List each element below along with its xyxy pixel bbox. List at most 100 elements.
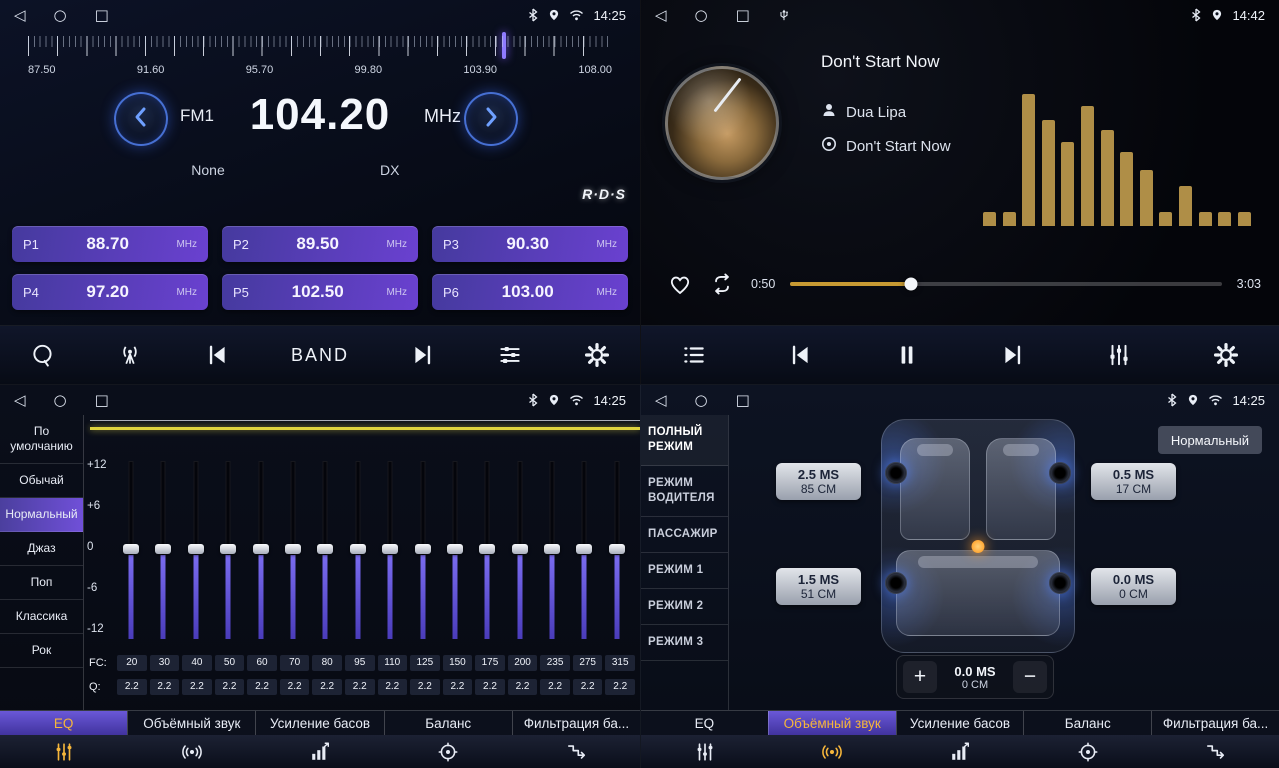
repeat-icon[interactable]: [708, 271, 736, 297]
recents-icon[interactable]: □: [736, 8, 750, 23]
eq-band-slider[interactable]: [375, 455, 405, 645]
preset-button[interactable]: P1 88.70 MHz: [12, 226, 208, 262]
scan-button[interactable]: [30, 342, 56, 368]
eq-band-slider[interactable]: [116, 455, 146, 645]
eq-band-slider[interactable]: [213, 455, 243, 645]
eq-preset-item[interactable]: Рок: [0, 634, 83, 668]
rear-left-delay-chip[interactable]: 1.5 MS 51 CM: [776, 568, 861, 605]
bass-boost-tab-icon[interactable]: [256, 735, 384, 768]
preset-button[interactable]: P5 102.50 MHz: [222, 274, 418, 310]
slider-handle[interactable]: [479, 544, 495, 554]
slider-handle[interactable]: [512, 544, 528, 554]
filter-tab-icon[interactable]: [512, 735, 640, 768]
eq-band-slider[interactable]: [343, 455, 373, 645]
tune-up-button[interactable]: [464, 92, 518, 146]
rear-right-delay-chip[interactable]: 0.0 MS 0 CM: [1091, 568, 1176, 605]
antenna-seek-button[interactable]: [117, 342, 143, 368]
tune-down-button[interactable]: [114, 92, 168, 146]
slider-handle[interactable]: [576, 544, 592, 554]
surround-tab-icon[interactable]: [769, 735, 897, 768]
audio-tab[interactable]: Баланс: [384, 711, 512, 735]
eq-band-slider[interactable]: [537, 455, 567, 645]
back-icon[interactable]: ◁: [14, 8, 26, 23]
mode-menu-item[interactable]: РЕЖИМ 3: [641, 625, 728, 661]
preset-button[interactable]: P4 97.20 MHz: [12, 274, 208, 310]
slider-handle[interactable]: [415, 544, 431, 554]
eq-band-slider[interactable]: [278, 455, 308, 645]
progress-knob[interactable]: [905, 278, 918, 291]
eq-band-slider[interactable]: [246, 455, 276, 645]
eq-band-slider[interactable]: [181, 455, 211, 645]
slider-handle[interactable]: [447, 544, 463, 554]
mode-menu-item[interactable]: РЕЖИМ 2: [641, 589, 728, 625]
audio-tab[interactable]: EQ: [641, 711, 768, 735]
slider-handle[interactable]: [382, 544, 398, 554]
eq-band-slider[interactable]: [472, 455, 502, 645]
back-icon[interactable]: ◁: [655, 8, 667, 23]
previous-station-button[interactable]: [204, 342, 230, 368]
audio-tab[interactable]: Усиление басов: [896, 711, 1024, 735]
eq-preset-item[interactable]: Джаз: [0, 532, 83, 566]
mode-menu-item[interactable]: ПАССАЖИР: [641, 517, 728, 553]
mode-menu-item[interactable]: РЕЖИМ 1: [641, 553, 728, 589]
playlist-button[interactable]: [681, 342, 707, 368]
home-icon[interactable]: ○: [695, 393, 708, 408]
eq-tab-icon[interactable]: [0, 735, 128, 768]
audio-settings-button[interactable]: [497, 342, 523, 368]
audio-tab[interactable]: EQ: [0, 711, 127, 735]
slider-handle[interactable]: [317, 544, 333, 554]
favorite-icon[interactable]: [667, 271, 693, 297]
slider-handle[interactable]: [155, 544, 171, 554]
front-right-delay-chip[interactable]: 0.5 MS 17 CM: [1091, 463, 1176, 500]
frequency-scale[interactable]: 87.5091.6095.7099.80103.90108.00: [28, 36, 612, 84]
back-icon[interactable]: ◁: [655, 393, 667, 408]
eq-band-slider[interactable]: [602, 455, 632, 645]
recents-icon[interactable]: □: [95, 393, 109, 408]
audio-tab[interactable]: Объёмный звук: [127, 711, 255, 735]
home-icon[interactable]: ○: [695, 8, 708, 23]
preset-button[interactable]: P2 89.50 MHz: [222, 226, 418, 262]
recents-icon[interactable]: □: [736, 393, 750, 408]
eq-band-slider[interactable]: [148, 455, 178, 645]
delay-increase-button[interactable]: +: [903, 661, 937, 693]
mixer-button[interactable]: [1106, 342, 1132, 368]
eq-preset-item[interactable]: Классика: [0, 600, 83, 634]
audio-tab[interactable]: Объёмный звук: [768, 711, 896, 735]
home-icon[interactable]: ○: [54, 393, 67, 408]
preset-button[interactable]: P3 90.30 MHz: [432, 226, 628, 262]
eq-preset-item[interactable]: Нормальный: [0, 498, 83, 532]
balance-tab-icon[interactable]: [1024, 735, 1152, 768]
slider-handle[interactable]: [188, 544, 204, 554]
audio-tab[interactable]: Фильтрация ба...: [1151, 711, 1279, 735]
bass-boost-tab-icon[interactable]: [896, 735, 1024, 768]
audio-tab[interactable]: Баланс: [1023, 711, 1151, 735]
filter-tab-icon[interactable]: [1151, 735, 1279, 768]
mode-menu-item[interactable]: РЕЖИМ ВОДИТЕЛЯ: [641, 466, 728, 517]
eq-tab-icon[interactable]: [641, 735, 769, 768]
back-icon[interactable]: ◁: [14, 393, 26, 408]
slider-handle[interactable]: [220, 544, 236, 554]
slider-handle[interactable]: [609, 544, 625, 554]
progress-bar[interactable]: [790, 282, 1221, 286]
eq-preset-item[interactable]: По умолчанию: [0, 415, 83, 464]
front-left-delay-chip[interactable]: 2.5 MS 85 CM: [776, 463, 861, 500]
eq-band-slider[interactable]: [505, 455, 535, 645]
recents-icon[interactable]: □: [95, 8, 109, 23]
audio-tab[interactable]: Фильтрация ба...: [512, 711, 640, 735]
preset-button[interactable]: P6 103.00 MHz: [432, 274, 628, 310]
eq-band-slider[interactable]: [440, 455, 470, 645]
eq-preset-item[interactable]: Поп: [0, 566, 83, 600]
slider-handle[interactable]: [123, 544, 139, 554]
home-icon[interactable]: ○: [54, 8, 67, 23]
previous-track-button[interactable]: [787, 342, 813, 368]
pause-button[interactable]: [894, 342, 920, 368]
listening-position-dot[interactable]: [972, 540, 985, 553]
next-track-button[interactable]: [1000, 342, 1026, 368]
eq-band-slider[interactable]: [569, 455, 599, 645]
next-station-button[interactable]: [410, 342, 436, 368]
balance-tab-icon[interactable]: [384, 735, 512, 768]
mode-menu-item[interactable]: ПОЛНЫЙ РЕЖИМ: [641, 415, 728, 466]
settings-button[interactable]: [1213, 342, 1239, 368]
slider-handle[interactable]: [285, 544, 301, 554]
surround-preset-button[interactable]: Нормальный: [1158, 426, 1262, 454]
